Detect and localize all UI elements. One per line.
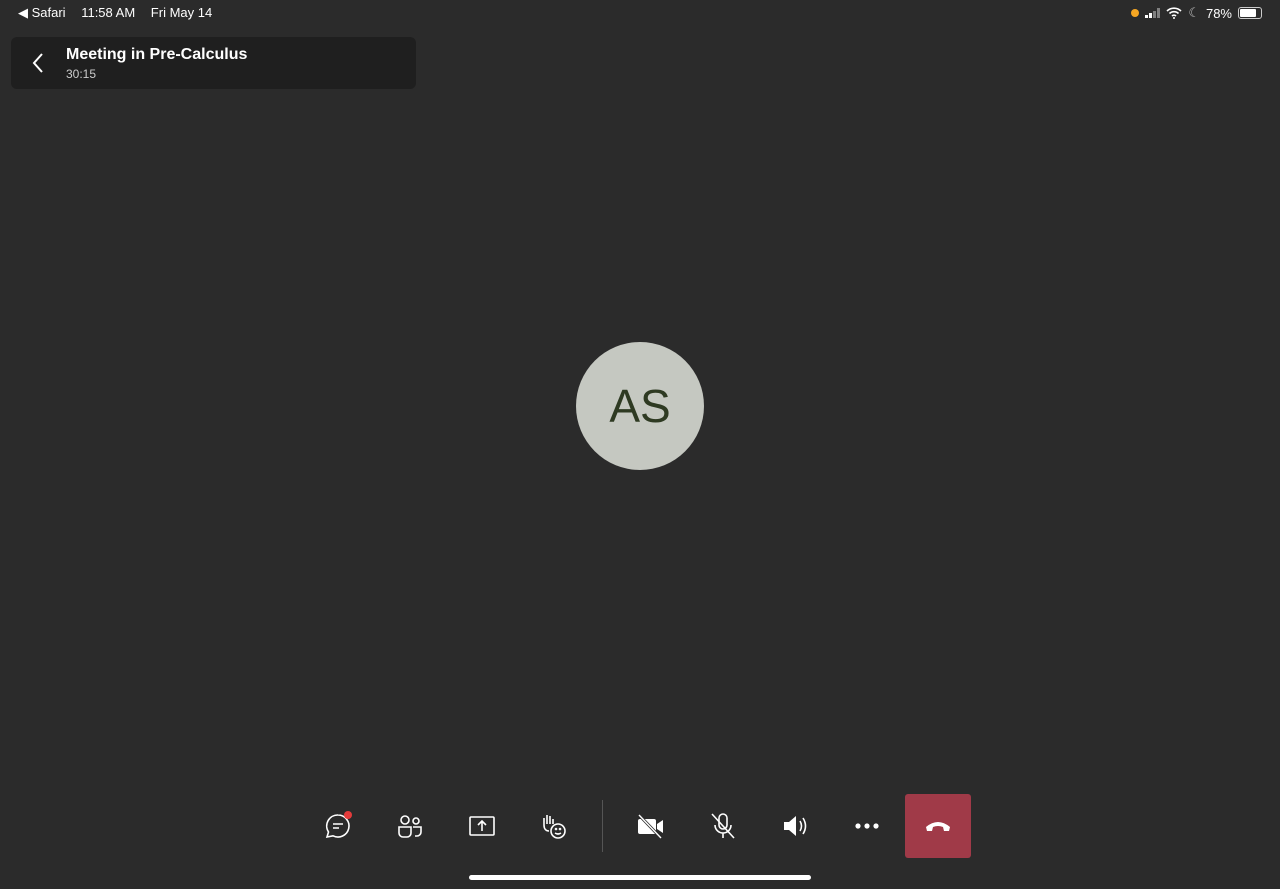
status-bar: ◀ Safari 11:58 AM Fri May 14 ☾ 78% xyxy=(0,0,1280,26)
speaker-icon xyxy=(784,816,807,836)
meeting-title: Meeting in Pre-Calculus xyxy=(66,46,248,63)
battery-icon xyxy=(1238,7,1262,19)
participants-button[interactable] xyxy=(374,794,446,858)
mic-indicator-icon xyxy=(1131,9,1140,17)
raise-hand-emoji-icon xyxy=(543,815,566,839)
chat-button[interactable] xyxy=(302,794,374,858)
hang-up-button[interactable] xyxy=(905,794,971,858)
people-icon xyxy=(398,815,422,838)
hang-up-icon xyxy=(926,822,950,831)
share-screen-button[interactable] xyxy=(446,794,518,858)
mic-off-icon xyxy=(711,813,735,839)
more-options-button[interactable] xyxy=(831,794,903,858)
battery-percent: 78% xyxy=(1205,5,1232,21)
meeting-header: Meeting in Pre-Calculus 30:15 xyxy=(11,37,416,89)
call-controls xyxy=(302,794,971,858)
participant-avatar[interactable]: AS xyxy=(576,342,704,470)
back-to-app-link[interactable]: ◀ Safari xyxy=(18,5,66,20)
signal-icon xyxy=(1145,8,1161,18)
more-icon xyxy=(855,823,879,829)
share-icon xyxy=(469,816,495,836)
mic-toggle-button[interactable] xyxy=(687,794,759,858)
moon-icon: ☾ xyxy=(1188,5,1200,20)
home-indicator[interactable] xyxy=(469,875,811,880)
status-date: Fri May 14 xyxy=(150,5,213,20)
divider xyxy=(602,800,603,852)
reactions-button[interactable] xyxy=(518,794,590,858)
wifi-icon xyxy=(1166,7,1182,19)
status-time: 11:58 AM xyxy=(81,5,136,20)
meeting-timer: 30:15 xyxy=(66,67,97,81)
notification-dot xyxy=(344,811,352,819)
camera-off-icon xyxy=(637,813,663,840)
camera-toggle-button[interactable] xyxy=(615,794,687,858)
back-chevron-icon[interactable] xyxy=(25,49,53,77)
speaker-button[interactable] xyxy=(759,794,831,858)
